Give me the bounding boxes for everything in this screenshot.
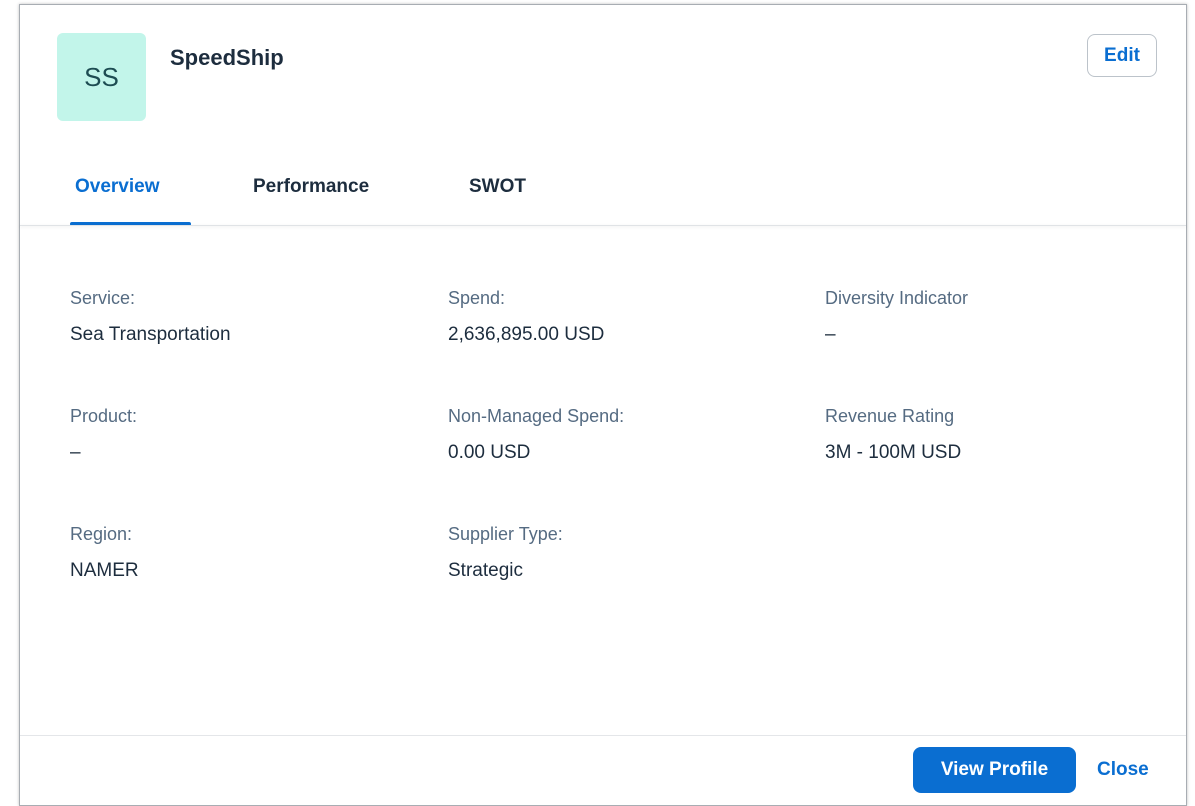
field-service: Service: Sea Transportation [70,288,231,346]
footer-divider [20,735,1186,736]
field-value: 0.00 USD [448,442,531,463]
close-button[interactable]: Close [1097,759,1149,781]
field-product: Product: – [70,406,137,464]
field-value: Sea Transportation [70,324,231,345]
supplier-dialog: SS SpeedShip Edit Overview Performance S… [19,4,1187,806]
avatar: SS [57,33,146,121]
field-revenue-rating: Revenue Rating 3M - 100M USD [825,406,961,464]
tab-bar: Overview Performance SWOT [20,170,1186,228]
field-label: Diversity Indicator [825,288,969,308]
field-value: NAMER [70,560,139,581]
field-value: 2,636,895.00 USD [448,324,605,345]
field-label: Supplier Type: [448,524,563,544]
view-profile-button[interactable]: View Profile [913,747,1076,793]
field-value: – [825,324,836,345]
field-value: – [70,442,81,463]
field-label: Spend: [448,288,506,308]
field-region: Region: NAMER [70,524,139,582]
field-label: Revenue Rating [825,406,955,426]
field-supplier-type: Supplier Type: Strategic [448,524,563,582]
field-non-managed-spend: Non-Managed Spend: 0.00 USD [448,406,624,464]
field-spend: Spend: 2,636,895.00 USD [448,288,604,346]
edit-button[interactable]: Edit [1087,34,1157,77]
supplier-name: SpeedShip [170,45,284,70]
field-label: Non-Managed Spend: [448,406,625,426]
field-label: Service: [70,288,136,308]
field-diversity-indicator: Diversity Indicator – [825,288,968,346]
field-value: Strategic [448,560,523,581]
avatar-initials: SS [84,61,119,92]
tab-overview[interactable]: Overview [75,176,160,198]
field-label: Product: [70,406,138,426]
tab-swot[interactable]: SWOT [469,176,526,198]
field-label: Region: [70,524,133,544]
field-value: 3M - 100M USD [825,442,962,463]
tab-performance[interactable]: Performance [253,176,369,198]
tab-divider [20,225,1186,226]
